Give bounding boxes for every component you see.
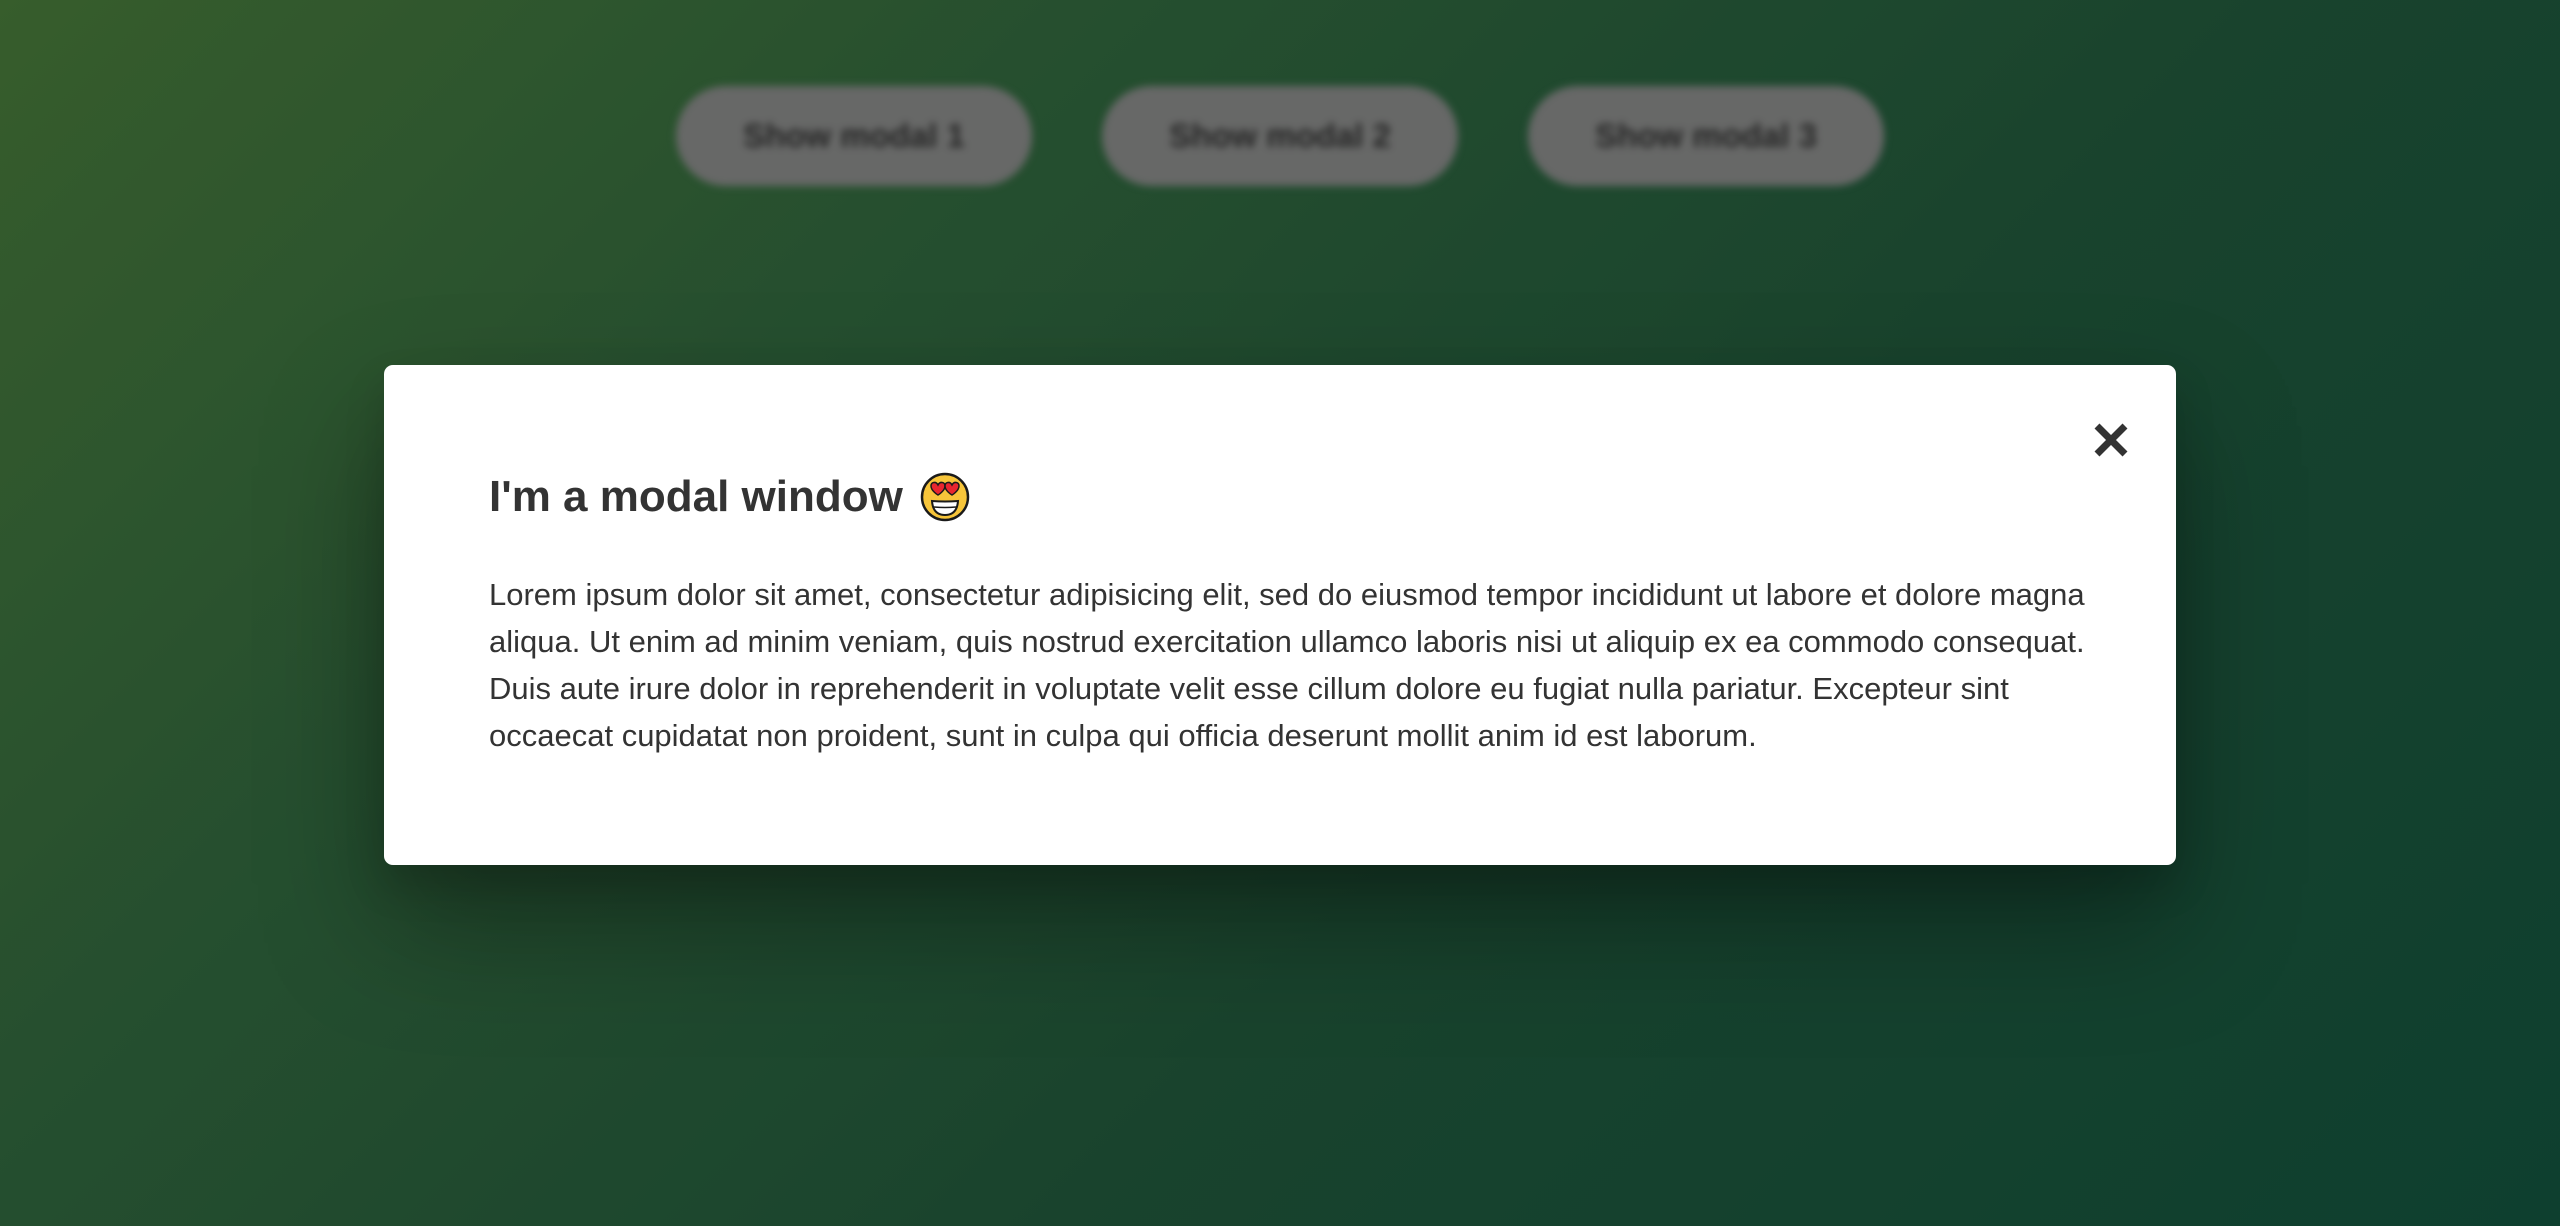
heart-eyes-emoji-icon (920, 472, 970, 522)
modal-body-text: Lorem ipsum dolor sit amet, consectetur … (489, 577, 2085, 753)
close-icon (2094, 423, 2128, 457)
close-button[interactable] (2076, 405, 2146, 475)
modal-title: I'm a modal window (489, 471, 971, 523)
modal-title-text: I'm a modal window (489, 472, 903, 521)
modal-window: I'm a modal window Lorem ipsum dolor sit… (384, 365, 2176, 865)
